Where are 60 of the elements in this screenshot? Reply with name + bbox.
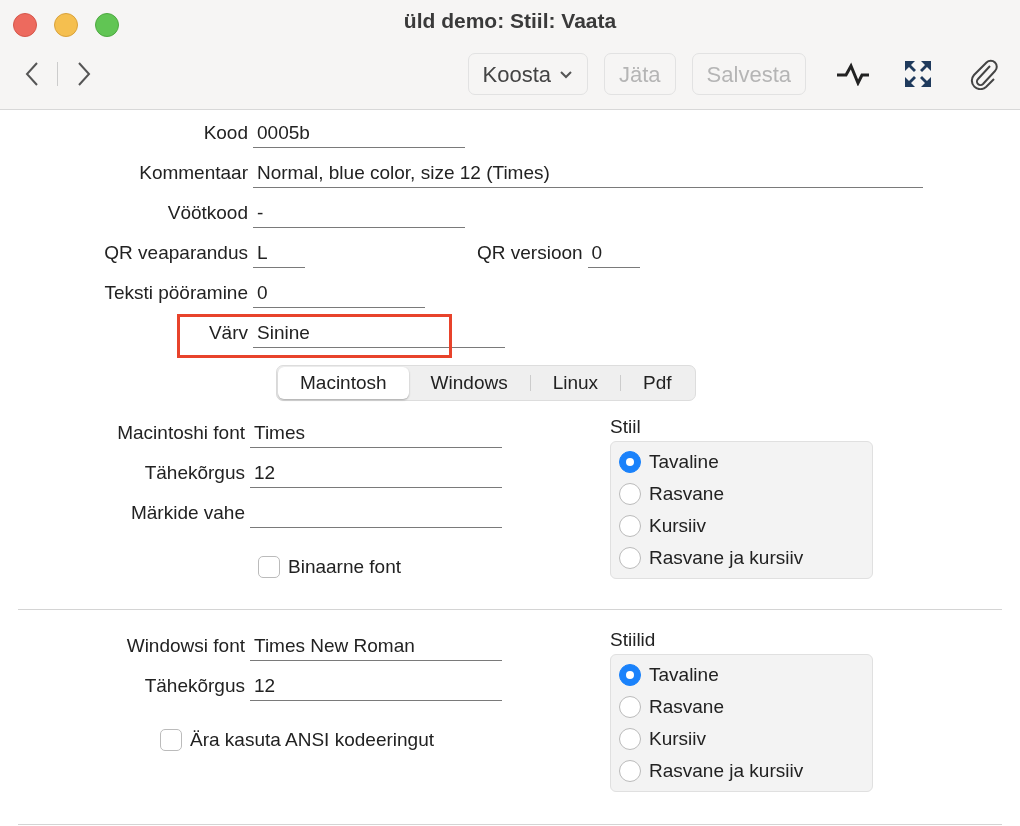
field-label: Windowsi font [125, 633, 246, 658]
platform-tab[interactable]: Pdf [621, 367, 694, 399]
paperclip-icon[interactable] [970, 58, 1000, 90]
expand-icon[interactable] [904, 60, 932, 88]
platform-tab[interactable]: Windows [408, 367, 530, 399]
group-title: Stiilid [610, 628, 657, 652]
compose-menu-button[interactable]: Koosta [467, 53, 588, 95]
close-button[interactable] [13, 13, 37, 37]
field-label: Macintoshi font [116, 420, 246, 445]
radio-button[interactable] [619, 547, 641, 569]
field-label: Tähekõrgus [143, 460, 246, 485]
input-field[interactable]: Times [250, 418, 502, 448]
radio-button[interactable] [619, 696, 641, 718]
checkbox[interactable] [160, 729, 182, 751]
radio-label: Tavaline [649, 449, 719, 474]
field-label: Kommentaar [138, 160, 249, 185]
input-field[interactable]: - [253, 198, 465, 228]
field-label: Märkide vahe [129, 500, 246, 525]
input-field[interactable]: Times New Roman [250, 631, 502, 661]
radio-button[interactable] [619, 451, 641, 473]
zoom-button[interactable] [95, 13, 119, 37]
input-field[interactable]: 0 [587, 238, 640, 268]
checkbox[interactable] [258, 556, 280, 578]
radio-label: Rasvane ja kursiiv [649, 758, 804, 783]
radio-label: Tavaline [649, 662, 719, 687]
back-button[interactable] [24, 61, 40, 87]
caret-icon [559, 69, 573, 79]
platform-tab[interactable]: Macintosh [278, 367, 409, 399]
radio-button[interactable] [619, 515, 641, 537]
window-title: üld demo: Stiil: Vaata [403, 10, 617, 31]
radio-button[interactable] [619, 760, 641, 782]
input-field[interactable]: Normal, blue color, size 12 (Times) [253, 158, 923, 188]
field-label: Teksti pööramine [103, 280, 249, 305]
input-field[interactable]: L [253, 238, 305, 268]
field-label: Värv [207, 320, 249, 345]
field-label: Vöötkood [166, 200, 249, 225]
checkbox-label: Ära kasuta ANSI kodeeringut [190, 727, 434, 752]
minimize-button[interactable] [54, 13, 78, 37]
input-field[interactable]: Sinine [253, 318, 505, 348]
radio-button[interactable] [619, 728, 641, 750]
input-field[interactable]: 0 [253, 278, 425, 308]
radio-button[interactable] [619, 664, 641, 686]
pulse-icon[interactable] [836, 62, 870, 86]
platform-tab[interactable]: Linux [530, 367, 621, 399]
radio-label: Rasvane [649, 694, 724, 719]
input-field[interactable]: 0005b [253, 118, 465, 148]
field-label: QR veaparandus [103, 240, 249, 265]
checkbox-label: Binaarne font [288, 554, 402, 579]
radio-label: Kursiiv [649, 513, 706, 538]
radio-label: Kursiiv [649, 726, 706, 751]
field-label: Kood [202, 120, 249, 145]
radio-button[interactable] [619, 483, 641, 505]
input-field[interactable]: 12 [250, 458, 502, 488]
radio-label: Rasvane ja kursiiv [649, 545, 804, 570]
field-label: QR versioon [477, 240, 584, 265]
field-label: Tähekõrgus [143, 673, 246, 698]
input-field[interactable]: 12 [250, 671, 502, 701]
radio-label: Rasvane [649, 481, 724, 506]
group-title: Stiil [610, 415, 642, 439]
forward-button[interactable] [76, 61, 92, 87]
